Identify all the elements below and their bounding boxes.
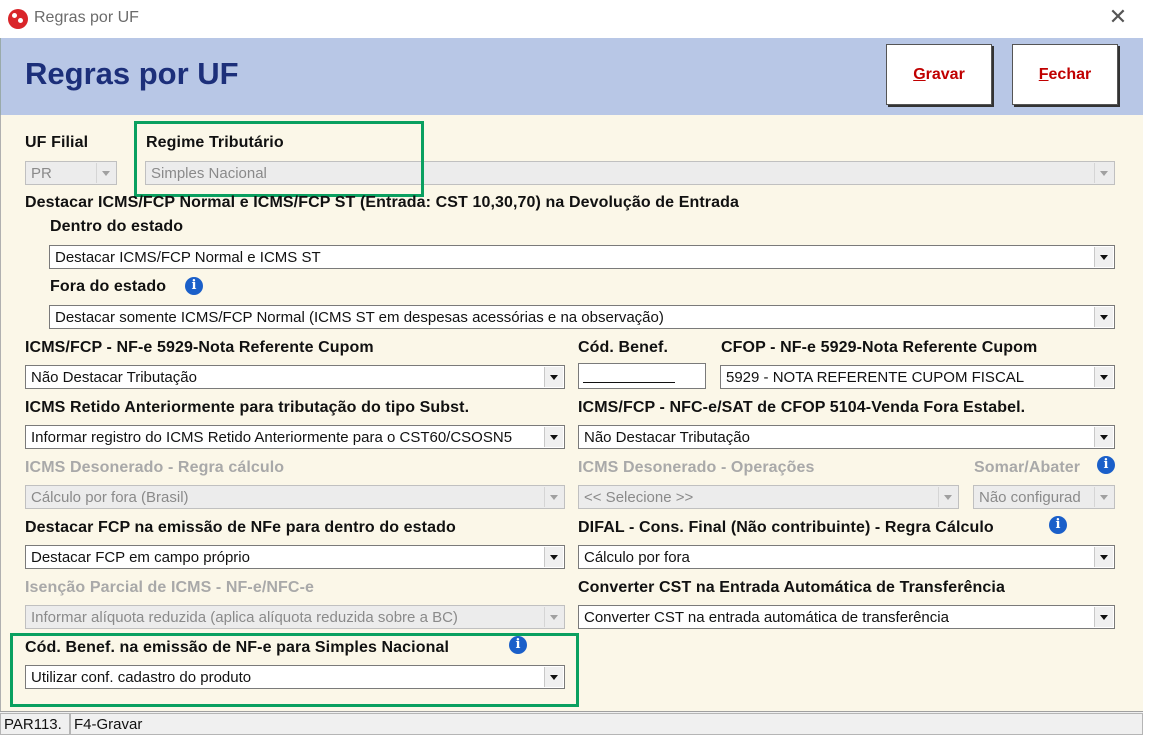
close-window-icon[interactable]: ✕ xyxy=(1106,4,1130,32)
difal-value: Cálculo por fora xyxy=(584,549,690,566)
fora-estado-label: Fora do estado xyxy=(50,278,167,295)
chevron-down-icon xyxy=(1094,607,1113,627)
somar-abater-select[interactable]: Não configurad xyxy=(973,485,1115,509)
window-title: Regras por UF xyxy=(34,9,139,26)
isencao-value: Informar alíquota reduzida (aplica alíqu… xyxy=(31,609,458,626)
converter-cst-select[interactable]: Converter CST na entrada automática de t… xyxy=(578,605,1115,629)
chevron-down-icon xyxy=(544,547,563,567)
converter-cst-label: Converter CST na Entrada Automática de T… xyxy=(578,579,1005,596)
app-logo-icon xyxy=(8,9,28,29)
status-hint: F4-Gravar xyxy=(70,713,1143,735)
icms-retido-value: Informar registro do ICMS Retido Anterio… xyxy=(31,429,513,446)
chevron-down-icon xyxy=(1094,427,1113,447)
form-area: UF Filial PR Regime Tributário Simples N… xyxy=(0,115,1143,711)
chevron-down-icon xyxy=(1094,163,1113,183)
isencao-label: Isenção Parcial de ICMS - NF-e/NFC-e xyxy=(25,579,315,596)
dentro-estado-value: Destacar ICMS/FCP Normal e ICMS ST xyxy=(55,249,321,266)
chevron-down-icon xyxy=(544,427,563,447)
icms-retido-select[interactable]: Informar registro do ICMS Retido Anterio… xyxy=(25,425,565,449)
cfop-5929-label: CFOP - NF-e 5929-Nota Referente Cupom xyxy=(721,339,1038,356)
info-icon[interactable]: i xyxy=(185,277,203,295)
cfop-5929-select[interactable]: 5929 - NOTA REFERENTE CUPOM FISCAL xyxy=(720,365,1115,389)
icms-5929-value: Não Destacar Tributação xyxy=(31,369,197,386)
destacar-section-title: Destacar ICMS/FCP Normal e ICMS/FCP ST (… xyxy=(25,194,739,211)
isencao-select[interactable]: Informar alíquota reduzida (aplica alíqu… xyxy=(25,605,565,629)
chevron-down-icon xyxy=(1094,487,1113,507)
chevron-down-icon xyxy=(544,487,563,507)
close-hotkey: F xyxy=(1038,65,1049,83)
somar-abater-label: Somar/Abater xyxy=(974,459,1081,476)
status-code: PAR113. xyxy=(0,713,70,735)
deson-regra-value: Cálculo por fora (Brasil) xyxy=(31,489,189,506)
status-bar: PAR113. F4-Gravar xyxy=(0,711,1143,735)
chevron-down-icon xyxy=(1094,307,1113,327)
deson-oper-select[interactable]: << Selecione >> xyxy=(578,485,959,509)
highlight-cod-benef-sn xyxy=(10,633,579,707)
close-button[interactable]: Fechar xyxy=(1012,44,1118,105)
cod-benef-underline xyxy=(583,382,675,383)
fora-estado-value: Destacar somente ICMS/FCP Normal (ICMS S… xyxy=(55,309,664,326)
cod-benef-input[interactable] xyxy=(578,363,706,389)
deson-oper-value: << Selecione >> xyxy=(584,489,694,506)
deson-regra-select[interactable]: Cálculo por fora (Brasil) xyxy=(25,485,565,509)
converter-cst-value: Converter CST na entrada automática de t… xyxy=(584,609,949,626)
header-bar: Regras por UF Gravar Fechar xyxy=(0,38,1143,115)
difal-select[interactable]: Cálculo por fora xyxy=(578,545,1115,569)
icms-retido-label: ICMS Retido Anteriormente para tributaçã… xyxy=(25,399,470,416)
icms-5929-select[interactable]: Não Destacar Tributação xyxy=(25,365,565,389)
difal-label: DIFAL - Cons. Final (Não contribuinte) -… xyxy=(578,519,994,536)
dentro-estado-select[interactable]: Destacar ICMS/FCP Normal e ICMS ST xyxy=(49,245,1115,269)
chevron-down-icon xyxy=(938,487,957,507)
page-title: Regras por UF xyxy=(25,56,239,91)
cod-benef-label: Cód. Benef. xyxy=(578,339,668,356)
info-icon[interactable]: i xyxy=(1049,516,1067,534)
deson-oper-label: ICMS Desonerado - Operações xyxy=(578,459,815,476)
uf-filial-label: UF Filial xyxy=(25,134,89,151)
fora-estado-select[interactable]: Destacar somente ICMS/FCP Normal (ICMS S… xyxy=(49,305,1115,329)
save-label: ravar xyxy=(925,65,965,83)
icms-5104-select[interactable]: Não Destacar Tributação xyxy=(578,425,1115,449)
cfop-5929-value: 5929 - NOTA REFERENTE CUPOM FISCAL xyxy=(726,369,1025,386)
chevron-down-icon xyxy=(96,163,115,183)
fcp-dentro-value: Destacar FCP em campo próprio xyxy=(31,549,250,566)
uf-filial-value: PR xyxy=(31,165,52,182)
highlight-regime xyxy=(134,121,424,197)
fcp-dentro-label: Destacar FCP na emissão de NFe para dent… xyxy=(25,519,456,536)
deson-regra-label: ICMS Desonerado - Regra cálculo xyxy=(25,459,285,476)
icms-5104-value: Não Destacar Tributação xyxy=(584,429,750,446)
fcp-dentro-select[interactable]: Destacar FCP em campo próprio xyxy=(25,545,565,569)
save-hotkey: G xyxy=(913,65,926,83)
chevron-down-icon xyxy=(1094,247,1113,267)
save-button[interactable]: Gravar xyxy=(886,44,992,105)
somar-abater-value: Não configurad xyxy=(979,489,1081,506)
chevron-down-icon xyxy=(1094,547,1113,567)
uf-filial-select[interactable]: PR xyxy=(25,161,117,185)
close-label: echar xyxy=(1048,65,1092,83)
chevron-down-icon xyxy=(544,607,563,627)
icms-5104-label: ICMS/FCP - NFC-e/SAT de CFOP 5104-Venda … xyxy=(578,399,1026,416)
chevron-down-icon xyxy=(1094,367,1113,387)
info-icon[interactable]: i xyxy=(1097,456,1115,474)
icms-5929-label: ICMS/FCP - NF-e 5929-Nota Referente Cupo… xyxy=(25,339,374,356)
window-titlebar: Regras por UF ✕ xyxy=(0,0,1149,38)
chevron-down-icon xyxy=(544,367,563,387)
dentro-estado-label: Dentro do estado xyxy=(50,218,184,235)
